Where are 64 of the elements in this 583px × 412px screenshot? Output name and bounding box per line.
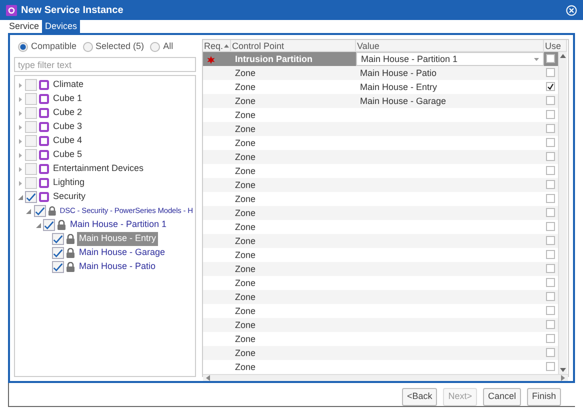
filter-radio[interactable]: Selected (5) bbox=[82, 40, 144, 54]
tree-item[interactable]: Lighting bbox=[51, 176, 87, 190]
wizard-button[interactable]: Cancel bbox=[482, 388, 521, 406]
filter-radio[interactable]: Compatible bbox=[18, 40, 77, 54]
table-row[interactable]: Zone bbox=[203, 290, 558, 304]
table-row[interactable]: Zone bbox=[203, 206, 558, 220]
table-cell-text: Zone bbox=[234, 319, 257, 332]
tree-item[interactable]: Main House - Garage bbox=[77, 246, 168, 260]
table-cell-text: Zone bbox=[234, 277, 257, 290]
table-cell-text: Zone bbox=[234, 81, 257, 94]
filter-radio[interactable]: All bbox=[150, 40, 174, 54]
table-row[interactable]: Zone bbox=[203, 346, 558, 360]
tree-item[interactable]: Climate bbox=[51, 78, 86, 92]
table-cell-text: Zone bbox=[234, 263, 257, 276]
wizard-button[interactable]: Finish bbox=[526, 388, 561, 406]
table-cell-text: Zone bbox=[234, 333, 257, 346]
table-row[interactable]: Zone Main House - Garage bbox=[203, 94, 558, 108]
table-row[interactable]: Zone Main House - Patio bbox=[203, 66, 558, 80]
tree-item[interactable]: Cube 2 bbox=[51, 106, 84, 120]
filter-field[interactable]: type filter text bbox=[14, 57, 196, 72]
table-cell-text: Zone bbox=[234, 95, 257, 108]
table-cell-text: Zone bbox=[234, 137, 257, 150]
tree-item[interactable]: Security bbox=[51, 190, 88, 204]
tree-item[interactable]: Cube 5 bbox=[51, 148, 84, 162]
table-cell-text: Zone bbox=[234, 347, 257, 360]
table-cell-text: Main House - Patio bbox=[359, 67, 438, 80]
table-cell-text: Zone bbox=[234, 179, 257, 192]
tree-item[interactable]: Main House - Partition 1 bbox=[68, 218, 169, 232]
table-row[interactable]: Zone bbox=[203, 122, 558, 136]
table-cell-text: Zone bbox=[234, 207, 257, 220]
table-cell-text: Zone bbox=[234, 151, 257, 164]
table-row[interactable]: Zone bbox=[203, 178, 558, 192]
table-cell-text: Intrusion Partition bbox=[234, 53, 314, 66]
table-cell-text: Zone bbox=[234, 235, 257, 248]
table-cell-text: Zone bbox=[234, 165, 257, 178]
table-cell-text: Zone bbox=[234, 109, 257, 122]
table-row[interactable]: Zone bbox=[203, 150, 558, 164]
table-row[interactable]: Intrusion Partition Main House - Partition 1 bbox=[203, 52, 558, 66]
table-cell-text: Zone bbox=[234, 249, 257, 262]
table-cell-text: Main House - Entry bbox=[359, 81, 438, 94]
column-header[interactable]: Control Point bbox=[231, 40, 356, 52]
tree-item[interactable]: Cube 1 bbox=[51, 92, 84, 106]
table-row[interactable]: Zone bbox=[203, 318, 558, 332]
tree-item[interactable]: Cube 4 bbox=[51, 134, 84, 148]
table-cell-text: Zone bbox=[234, 291, 257, 304]
window-title: New Service Instance bbox=[21, 4, 124, 18]
wizard-button[interactable]: <Back bbox=[402, 388, 438, 406]
table-cell-text: Zone bbox=[234, 221, 257, 234]
tree-item[interactable]: Cube 3 bbox=[51, 120, 84, 134]
column-header[interactable]: Req. bbox=[203, 40, 231, 52]
table-cell-text: Zone bbox=[234, 67, 257, 80]
table-cell-text: Zone bbox=[234, 193, 257, 206]
table-row[interactable]: Zone bbox=[203, 262, 558, 276]
table-cell-text: Zone bbox=[234, 305, 257, 318]
value-dropdown[interactable]: Main House - Partition 1 bbox=[356, 52, 544, 66]
table-cell-text: Main House - Garage bbox=[359, 95, 448, 108]
column-header[interactable]: Value bbox=[356, 40, 544, 52]
tree-item[interactable]: Main House - Patio bbox=[77, 260, 158, 274]
tree-item[interactable]: Entertainment Devices bbox=[51, 162, 146, 176]
table-cell-text: Zone bbox=[234, 123, 257, 136]
tab[interactable]: Devices bbox=[42, 20, 80, 33]
table-row[interactable]: Zone bbox=[203, 234, 558, 248]
table-cell-text: Zone bbox=[234, 361, 257, 374]
column-header[interactable]: Use bbox=[544, 40, 567, 52]
